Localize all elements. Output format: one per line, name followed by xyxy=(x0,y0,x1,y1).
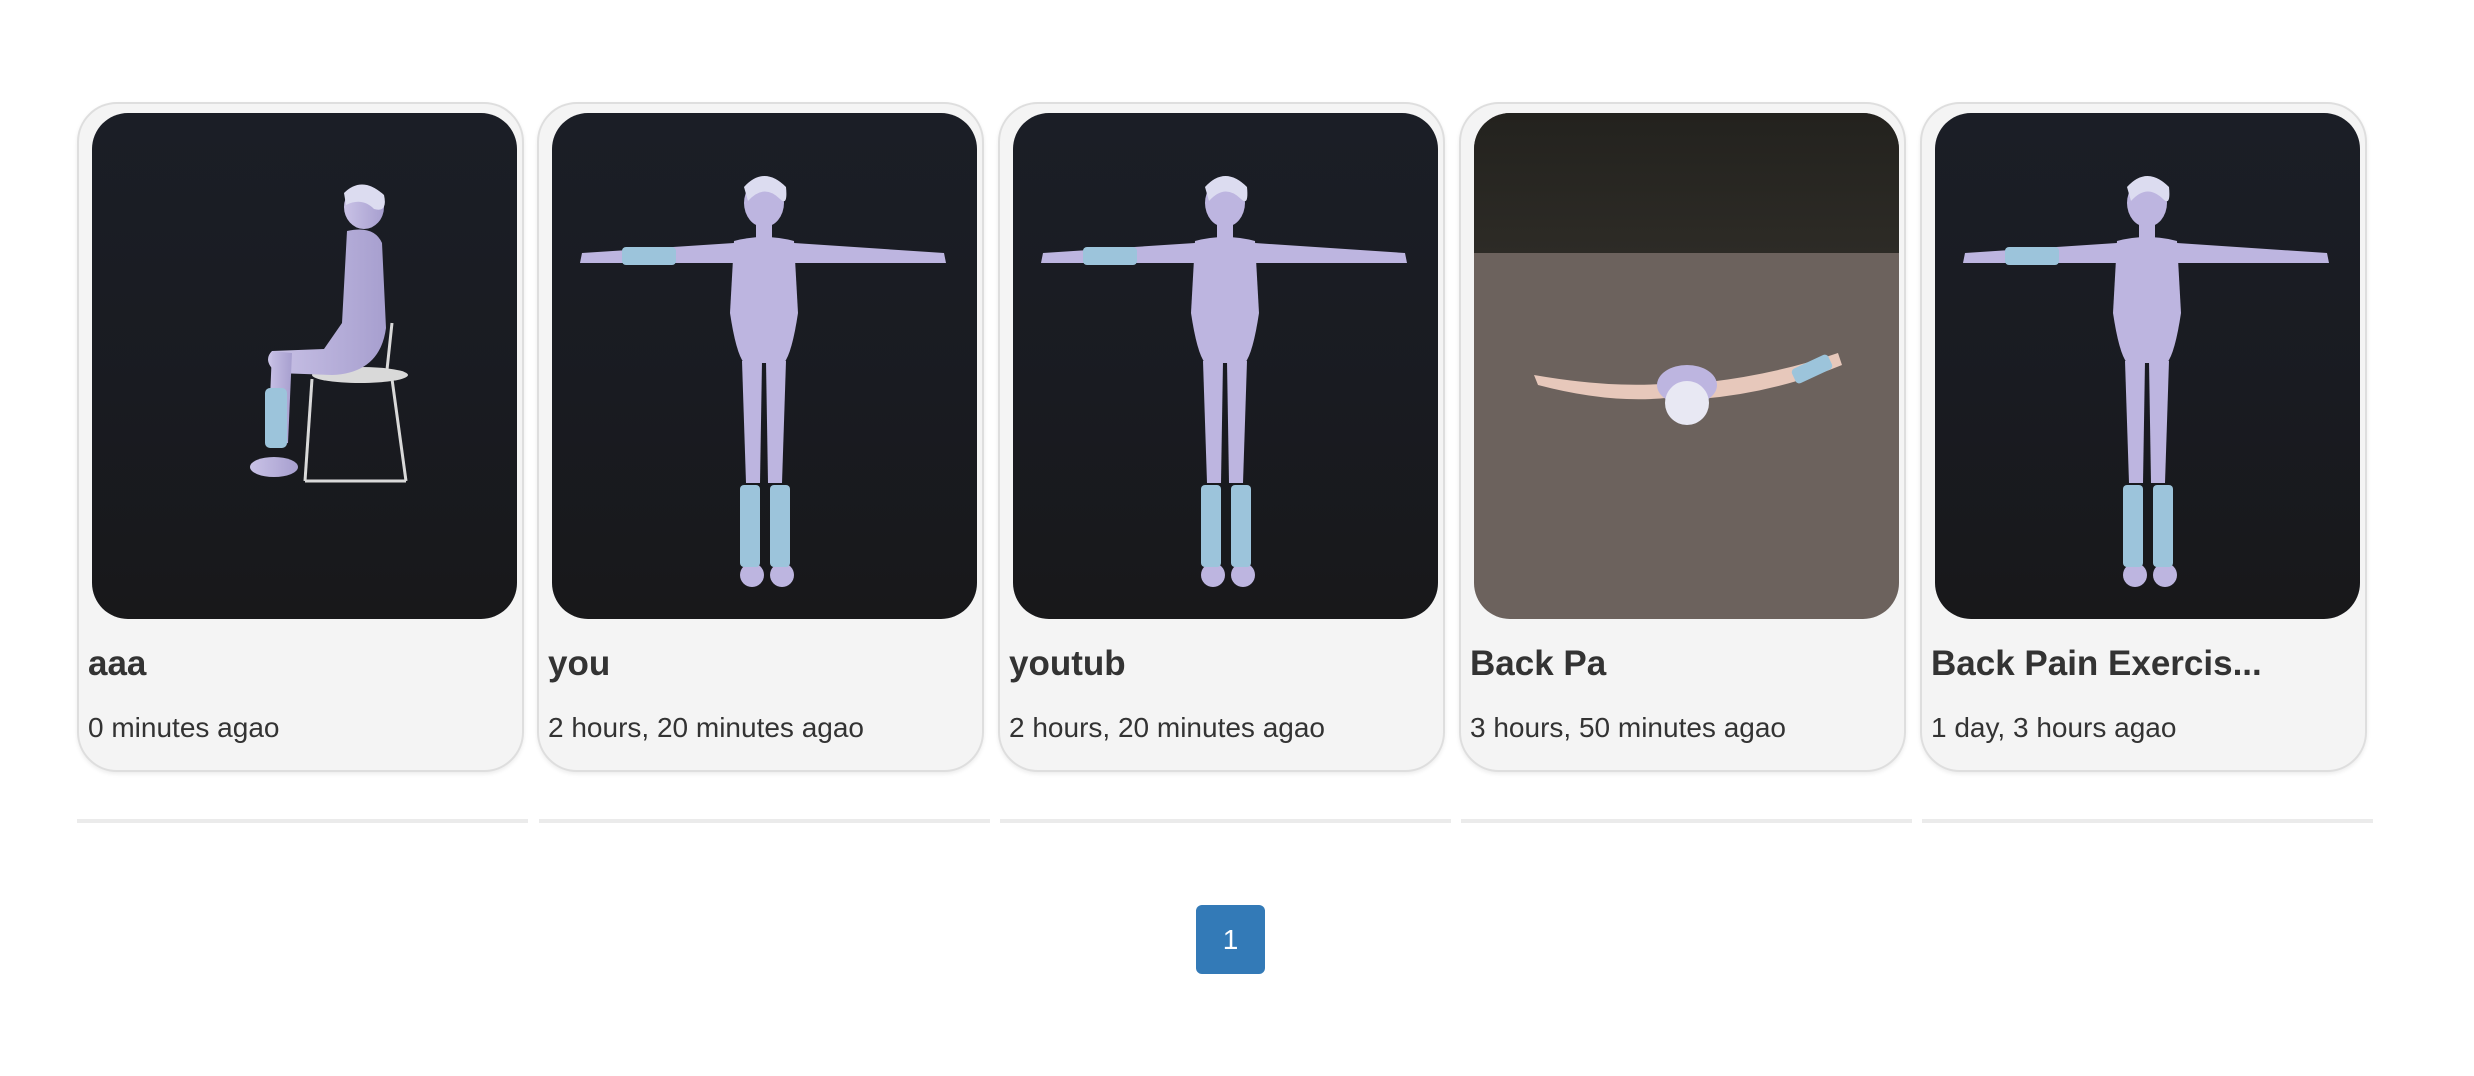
card-timestamp: 1 day, 3 hours agao xyxy=(1931,712,2177,743)
card-timestamp: 2 hours, 20 minutes agao xyxy=(1009,712,1325,743)
card-divider xyxy=(1000,819,1451,823)
card-title[interactable]: youtub xyxy=(1009,644,1126,684)
avatar-t-pose-top-view xyxy=(1534,353,1842,425)
card-title[interactable]: Back Pa xyxy=(1470,644,1606,684)
card-timestamp: 2 hours, 20 minutes agao xyxy=(548,712,864,743)
card-divider xyxy=(1922,819,2373,823)
video-thumbnail[interactable] xyxy=(1935,113,2360,619)
video-thumbnail[interactable] xyxy=(92,113,517,619)
video-thumbnail[interactable] xyxy=(1013,113,1438,619)
video-thumbnail[interactable] xyxy=(1474,113,1899,619)
video-card[interactable]: Back Pa 3 hours, 50 minutes agao xyxy=(1459,102,1906,772)
card-title[interactable]: you xyxy=(548,644,610,684)
card-divider xyxy=(539,819,990,823)
card-title[interactable]: aaa xyxy=(88,644,146,684)
card-timestamp: 0 minutes agao xyxy=(88,712,280,743)
video-thumbnail[interactable] xyxy=(552,113,977,619)
video-card[interactable]: you 2 hours, 20 minutes agao xyxy=(537,102,984,772)
avatar-t-pose-front-view xyxy=(580,176,946,587)
card-divider xyxy=(1461,819,1912,823)
video-card[interactable]: youtub 2 hours, 20 minutes agao xyxy=(998,102,1445,772)
avatar-t-pose-front-view xyxy=(1041,176,1407,587)
avatar-t-pose-front-view xyxy=(1963,176,2329,587)
video-card[interactable]: Back Pain Exercis... 1 day, 3 hours agao xyxy=(1920,102,2367,772)
pagination-page-1-button[interactable]: 1 xyxy=(1196,905,1265,974)
card-timestamp: 3 hours, 50 minutes agao xyxy=(1470,712,1786,743)
card-title[interactable]: Back Pain Exercis... xyxy=(1931,644,2262,684)
card-divider xyxy=(77,819,528,823)
video-card[interactable]: aaa 0 minutes agao xyxy=(77,102,524,772)
video-gallery-page: aaa 0 minutes agao you 2 hours, 20 minut… xyxy=(0,0,2474,1076)
avatar-seated-side-view xyxy=(250,184,408,483)
